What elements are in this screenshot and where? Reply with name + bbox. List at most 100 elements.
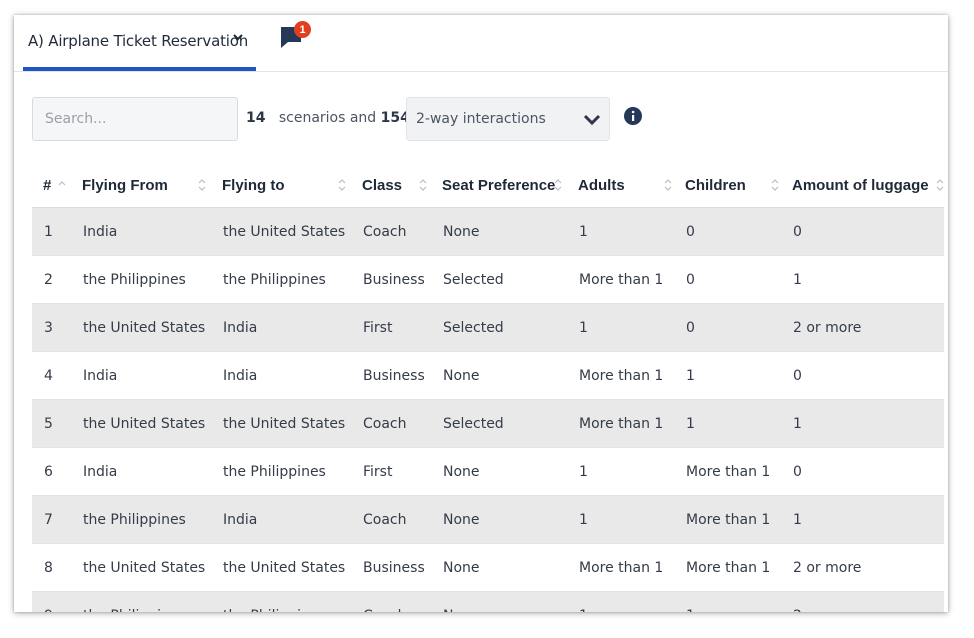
table-cell: Coach [351, 207, 431, 256]
tab-active-indicator [23, 67, 256, 71]
sort-icon[interactable] [936, 179, 944, 191]
table-cell: 0 [674, 255, 781, 304]
scenario-summary: 14 scenarios and 154 [246, 110, 410, 126]
table-cell: 0 [781, 351, 944, 400]
chat-button[interactable]: 1 [279, 21, 313, 55]
table-row[interactable]: 1 India the United States Coach None 1 0 0 [32, 207, 944, 256]
table-cell: 1 [674, 399, 781, 448]
table-cell: 1 [781, 255, 944, 304]
column-header-label: # [43, 177, 52, 194]
table-row[interactable]: 5 the United States the United States Coach… [32, 399, 944, 448]
table-cell: India [71, 207, 211, 256]
column-header-0[interactable]: # [32, 163, 71, 208]
sort-icon[interactable] [419, 179, 427, 191]
search-input[interactable] [32, 97, 238, 141]
chevron-down-icon [233, 34, 243, 41]
table-cell: 5 [32, 399, 71, 448]
tab-bar: A) Airplane Ticket Reservation 1 [14, 15, 948, 72]
column-header-3[interactable]: Class [351, 163, 431, 208]
table-row[interactable]: 4 India India Business None More than 110 [32, 351, 944, 400]
table-cell: None [431, 543, 567, 592]
table-cell: the United States [71, 543, 211, 592]
table-cell: 9 [32, 591, 71, 612]
table-cell: 4 [32, 351, 71, 400]
table-cell: the Philippines [71, 255, 211, 304]
column-header-6[interactable]: Children [674, 163, 781, 208]
table-cell: 3 [32, 303, 71, 352]
table-cell: 1 [781, 495, 944, 544]
column-header-5[interactable]: Adults [567, 163, 674, 208]
table-row[interactable]: 3 the United States India First Selected 1 0 2 … [32, 303, 944, 352]
tab-label: A) Airplane Ticket Reservation [28, 32, 248, 50]
table-row[interactable]: 2 the Philippines the Philippines Business S… [32, 255, 944, 304]
table-cell: the Philippines [211, 255, 351, 304]
table-cell: 2 or more [781, 591, 944, 612]
interaction-mode-select[interactable]: 2-way interactions [406, 97, 610, 141]
table-cell: the United States [211, 543, 351, 592]
table-cell: None [431, 591, 567, 612]
table-cell: 0 [674, 303, 781, 352]
table-cell: More than 1 [567, 351, 674, 400]
table-cell: 1 [567, 495, 674, 544]
table-body: 1 India the United States Coach None 1 0 0 2 the … [32, 207, 944, 612]
column-header-label: Flying From [82, 177, 168, 194]
table-cell: First [351, 303, 431, 352]
column-header-2[interactable]: Flying to [211, 163, 351, 208]
table-cell: 1 [674, 351, 781, 400]
sort-icon[interactable] [338, 179, 346, 191]
table-row[interactable]: 7 the Philippines India Coach None 1 More than… [32, 495, 944, 544]
table-cell: None [431, 207, 567, 256]
table-cell: the Philippines [71, 495, 211, 544]
tab-airplane-ticket-reservation[interactable]: A) Airplane Ticket Reservation [23, 15, 256, 71]
sort-icon[interactable] [664, 179, 672, 191]
sort-icon[interactable] [198, 179, 206, 191]
scenario-table: # Flying From Flying to Class Seat Preferenc… [32, 163, 944, 612]
info-icon[interactable] [624, 107, 642, 125]
table-cell: None [431, 447, 567, 496]
table-cell: More than 1 [674, 543, 781, 592]
sort-icon[interactable] [58, 179, 66, 191]
table-row[interactable]: 8 the United States the United States Busin… [32, 543, 944, 592]
table-cell: 0 [674, 207, 781, 256]
table-cell: the United States [71, 399, 211, 448]
table-cell: None [431, 495, 567, 544]
table-cell: India [211, 303, 351, 352]
toolbar: 14 scenarios and 154 2-way interactions [32, 97, 932, 141]
sort-icon[interactable] [771, 179, 779, 191]
table-cell: 1 [567, 447, 674, 496]
table-cell: Selected [431, 399, 567, 448]
table-cell: Selected [431, 303, 567, 352]
table-cell: More than 1 [674, 495, 781, 544]
table-row[interactable]: 9the Philippinesthe PhilippinesCoachNone… [32, 591, 944, 612]
table-cell: 2 or more [781, 543, 944, 592]
table-cell: Selected [431, 255, 567, 304]
table-row[interactable]: 6 India the Philippines First None 1 More than… [32, 447, 944, 496]
column-header-label: Children [685, 177, 746, 194]
table-header-row: # Flying From Flying to Class Seat Preferenc… [32, 163, 944, 208]
table-cell: 0 [781, 447, 944, 496]
table-cell: More than 1 [567, 543, 674, 592]
table-cell: None [431, 351, 567, 400]
column-header-1[interactable]: Flying From [71, 163, 211, 208]
column-header-4[interactable]: Seat Preference [431, 163, 567, 208]
table-cell: 1 [567, 303, 674, 352]
interaction-mode-value: 2-way interactions [416, 111, 546, 127]
column-header-label: Amount of luggage [792, 177, 929, 194]
table-cell: Coach [351, 591, 431, 612]
table-cell: Business [351, 543, 431, 592]
table-cell: India [211, 351, 351, 400]
column-header-7[interactable]: Amount of luggage [781, 163, 944, 208]
table-cell: 0 [781, 207, 944, 256]
table-cell: 6 [32, 447, 71, 496]
table-cell: Business [351, 255, 431, 304]
notification-badge: 1 [294, 21, 311, 38]
table-cell: the United States [71, 303, 211, 352]
column-header-label: Seat Preference [442, 177, 556, 194]
column-header-label: Flying to [222, 177, 285, 194]
table-cell: the Philippines [211, 591, 351, 612]
table-cell: Business [351, 351, 431, 400]
table-cell: 8 [32, 543, 71, 592]
table-cell: India [71, 351, 211, 400]
sort-icon[interactable] [554, 179, 562, 191]
table-cell: More than 1 [567, 255, 674, 304]
